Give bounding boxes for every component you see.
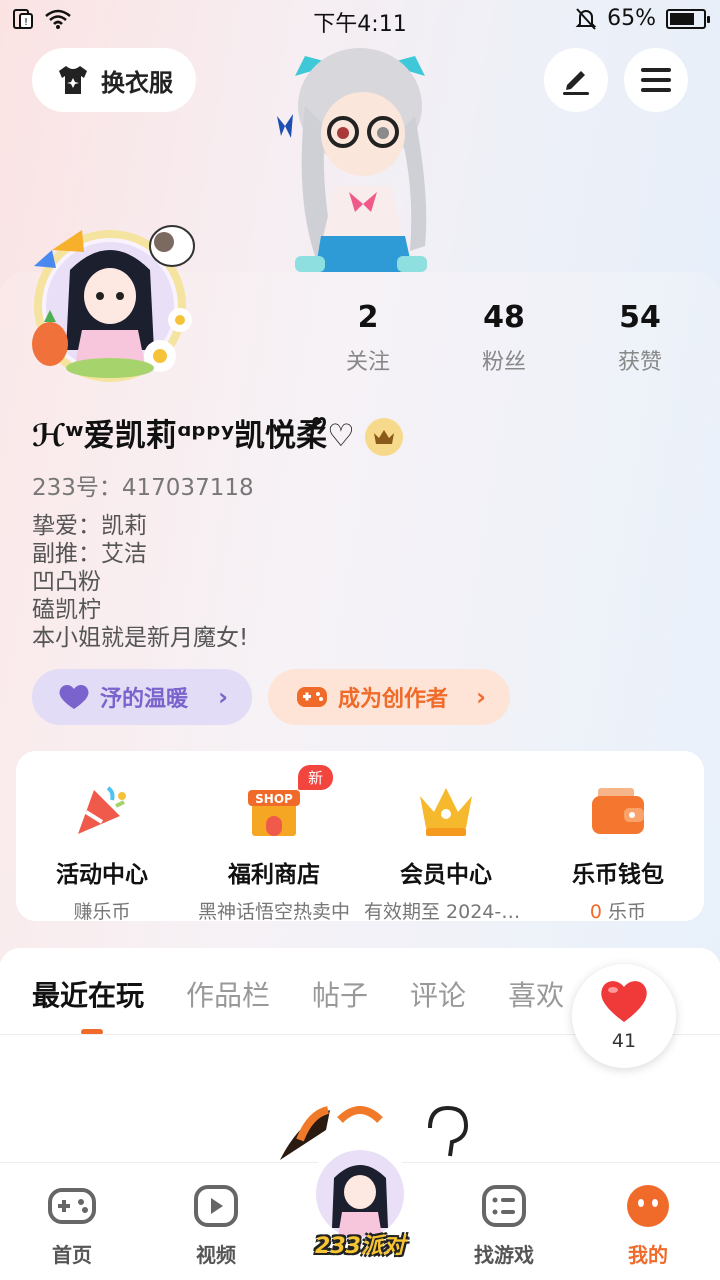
welfare-shop-item[interactable]: 新 SHOP 福利商店 黑神话悟空热卖中 — [188, 751, 360, 923]
coin-unit: 乐币 — [602, 901, 647, 923]
user-nickname: ℋʷ爱凯莉ᵅᵖᵖʸ凯悦柔ᩚ♡ — [32, 418, 355, 454]
likes-float-button[interactable]: 41 — [572, 964, 676, 1068]
mute-bell-icon — [575, 7, 597, 30]
party-avatar — [316, 1150, 404, 1238]
welfare-shop-sub: 黑神话悟空热卖中 — [197, 901, 350, 923]
user-face-icon — [627, 1185, 669, 1227]
bio-line: 凹凸粉 — [32, 569, 101, 595]
party-label: 233派对 — [315, 1234, 405, 1259]
shop-icon: SHOP — [248, 790, 300, 836]
heart-icon — [59, 684, 89, 709]
bio-line: 副推：艾洁 — [32, 541, 147, 567]
nav-233-party[interactable]: 233派对 — [306, 1140, 414, 1270]
following-label: 关注 — [345, 350, 390, 375]
nav-home[interactable]: 首页 — [22, 1181, 122, 1268]
bio-line: 本小姐就是新月魔女! — [32, 625, 249, 651]
profile-stats: 2 关注 48 粉丝 54 获赞 — [300, 300, 720, 376]
menu-button[interactable] — [624, 48, 688, 112]
shop-sign-text: SHOP — [255, 792, 293, 806]
welfare-shop-title: 福利商店 — [228, 862, 320, 888]
hamburger-menu-icon — [641, 68, 671, 92]
crown-icon — [420, 788, 472, 836]
nav-find-games[interactable]: 找游戏 — [454, 1181, 554, 1268]
tab-comments[interactable]: 评论 — [410, 974, 466, 1014]
chevron-right-icon: › — [218, 683, 228, 711]
member-center-title: 会员中心 — [400, 862, 492, 888]
tab-recently-played[interactable]: 最近在玩 — [32, 974, 144, 1014]
pencil-icon — [563, 71, 589, 95]
game-list-icon — [482, 1185, 526, 1227]
heart-icon — [601, 981, 647, 1022]
vip-crown-badge[interactable] — [364, 417, 403, 456]
likes-received-stat[interactable]: 54 获赞 — [572, 300, 708, 376]
video-play-icon — [194, 1185, 238, 1227]
change-outfit-label: 换衣服 — [101, 68, 173, 97]
change-outfit-button[interactable]: 换衣服 — [32, 48, 196, 112]
your-warmth-button[interactable]: 汿的温暖 › — [32, 669, 252, 725]
member-center-item[interactable]: 会员中心 有效期至 2024-1... — [360, 751, 532, 923]
avatar-3d-character[interactable] — [275, 36, 445, 276]
coin-wallet-item[interactable]: 乐币钱包 0 乐币 — [532, 751, 704, 924]
battery-icon — [666, 8, 710, 29]
tab-posts[interactable]: 帖子 — [312, 974, 368, 1014]
nav-mine[interactable]: 我的 — [598, 1181, 698, 1268]
edit-profile-button[interactable] — [544, 48, 608, 112]
chevron-right-icon: › — [476, 683, 486, 711]
likes-float-count: 41 — [611, 1030, 637, 1052]
status-bar: ! 下午4:11 65% — [0, 0, 720, 40]
nav-find-games-label: 找游戏 — [474, 1243, 534, 1267]
followers-label: 粉丝 — [481, 350, 526, 375]
battery-percent: 65% — [607, 6, 656, 31]
crown-icon — [373, 429, 394, 444]
tab-likes[interactable]: 喜欢 — [508, 974, 564, 1014]
following-stat[interactable]: 2 关注 — [300, 300, 436, 376]
bio-line: 磕凯柠 — [32, 597, 101, 623]
nav-home-label: 首页 — [52, 1243, 92, 1267]
member-center-sub: 有效期至 2024-1... — [364, 901, 532, 923]
followers-stat[interactable]: 48 粉丝 — [436, 300, 572, 376]
tshirt-icon — [59, 66, 87, 94]
party-popper-icon — [78, 786, 126, 834]
gamepad-icon — [48, 1188, 96, 1224]
wallet-icon — [592, 788, 644, 834]
your-warmth-label: 汿的温暖 — [100, 687, 189, 712]
nav-mine-label: 我的 — [628, 1243, 668, 1267]
user-bio: 挚爱：凯莉 副推：艾洁 凹凸粉 磕凯柠 本小姐就是新月魔女! — [32, 512, 248, 652]
new-badge: 新 — [298, 765, 334, 790]
following-count: 2 — [357, 300, 379, 335]
activity-center-title: 活动中心 — [56, 862, 148, 888]
coin-wallet-sub: 0 乐币 — [532, 897, 704, 924]
feature-grid: 活动中心 赚乐币 新 SHOP 福利商店 黑神话悟空热卖中 会员中心 有效期至 … — [16, 751, 704, 924]
coin-balance: 0 — [589, 901, 603, 923]
become-creator-button[interactable]: 成为创作者 › — [268, 669, 510, 725]
likes-received-label: 获赞 — [617, 350, 662, 375]
profile-avatar[interactable] — [22, 210, 198, 386]
likes-received-count: 54 — [619, 300, 661, 335]
coin-wallet-title: 乐币钱包 — [572, 862, 664, 888]
become-creator-label: 成为创作者 — [338, 687, 449, 712]
nav-video[interactable]: 视频 — [166, 1181, 266, 1268]
bio-line: 挚爱：凯莉 — [32, 513, 147, 539]
activity-center-sub: 赚乐币 — [73, 901, 131, 923]
followers-count: 48 — [483, 300, 525, 335]
user-id: 233号：417037118 — [32, 475, 254, 501]
activity-center-item[interactable]: 活动中心 赚乐币 — [16, 751, 188, 923]
tab-works[interactable]: 作品栏 — [186, 974, 270, 1014]
nav-video-label: 视频 — [196, 1243, 236, 1267]
user-nickname-row: ℋʷ爱凯莉ᵅᵖᵖʸ凯悦柔ᩚ♡ — [32, 410, 403, 463]
gamepad-icon — [297, 687, 327, 707]
